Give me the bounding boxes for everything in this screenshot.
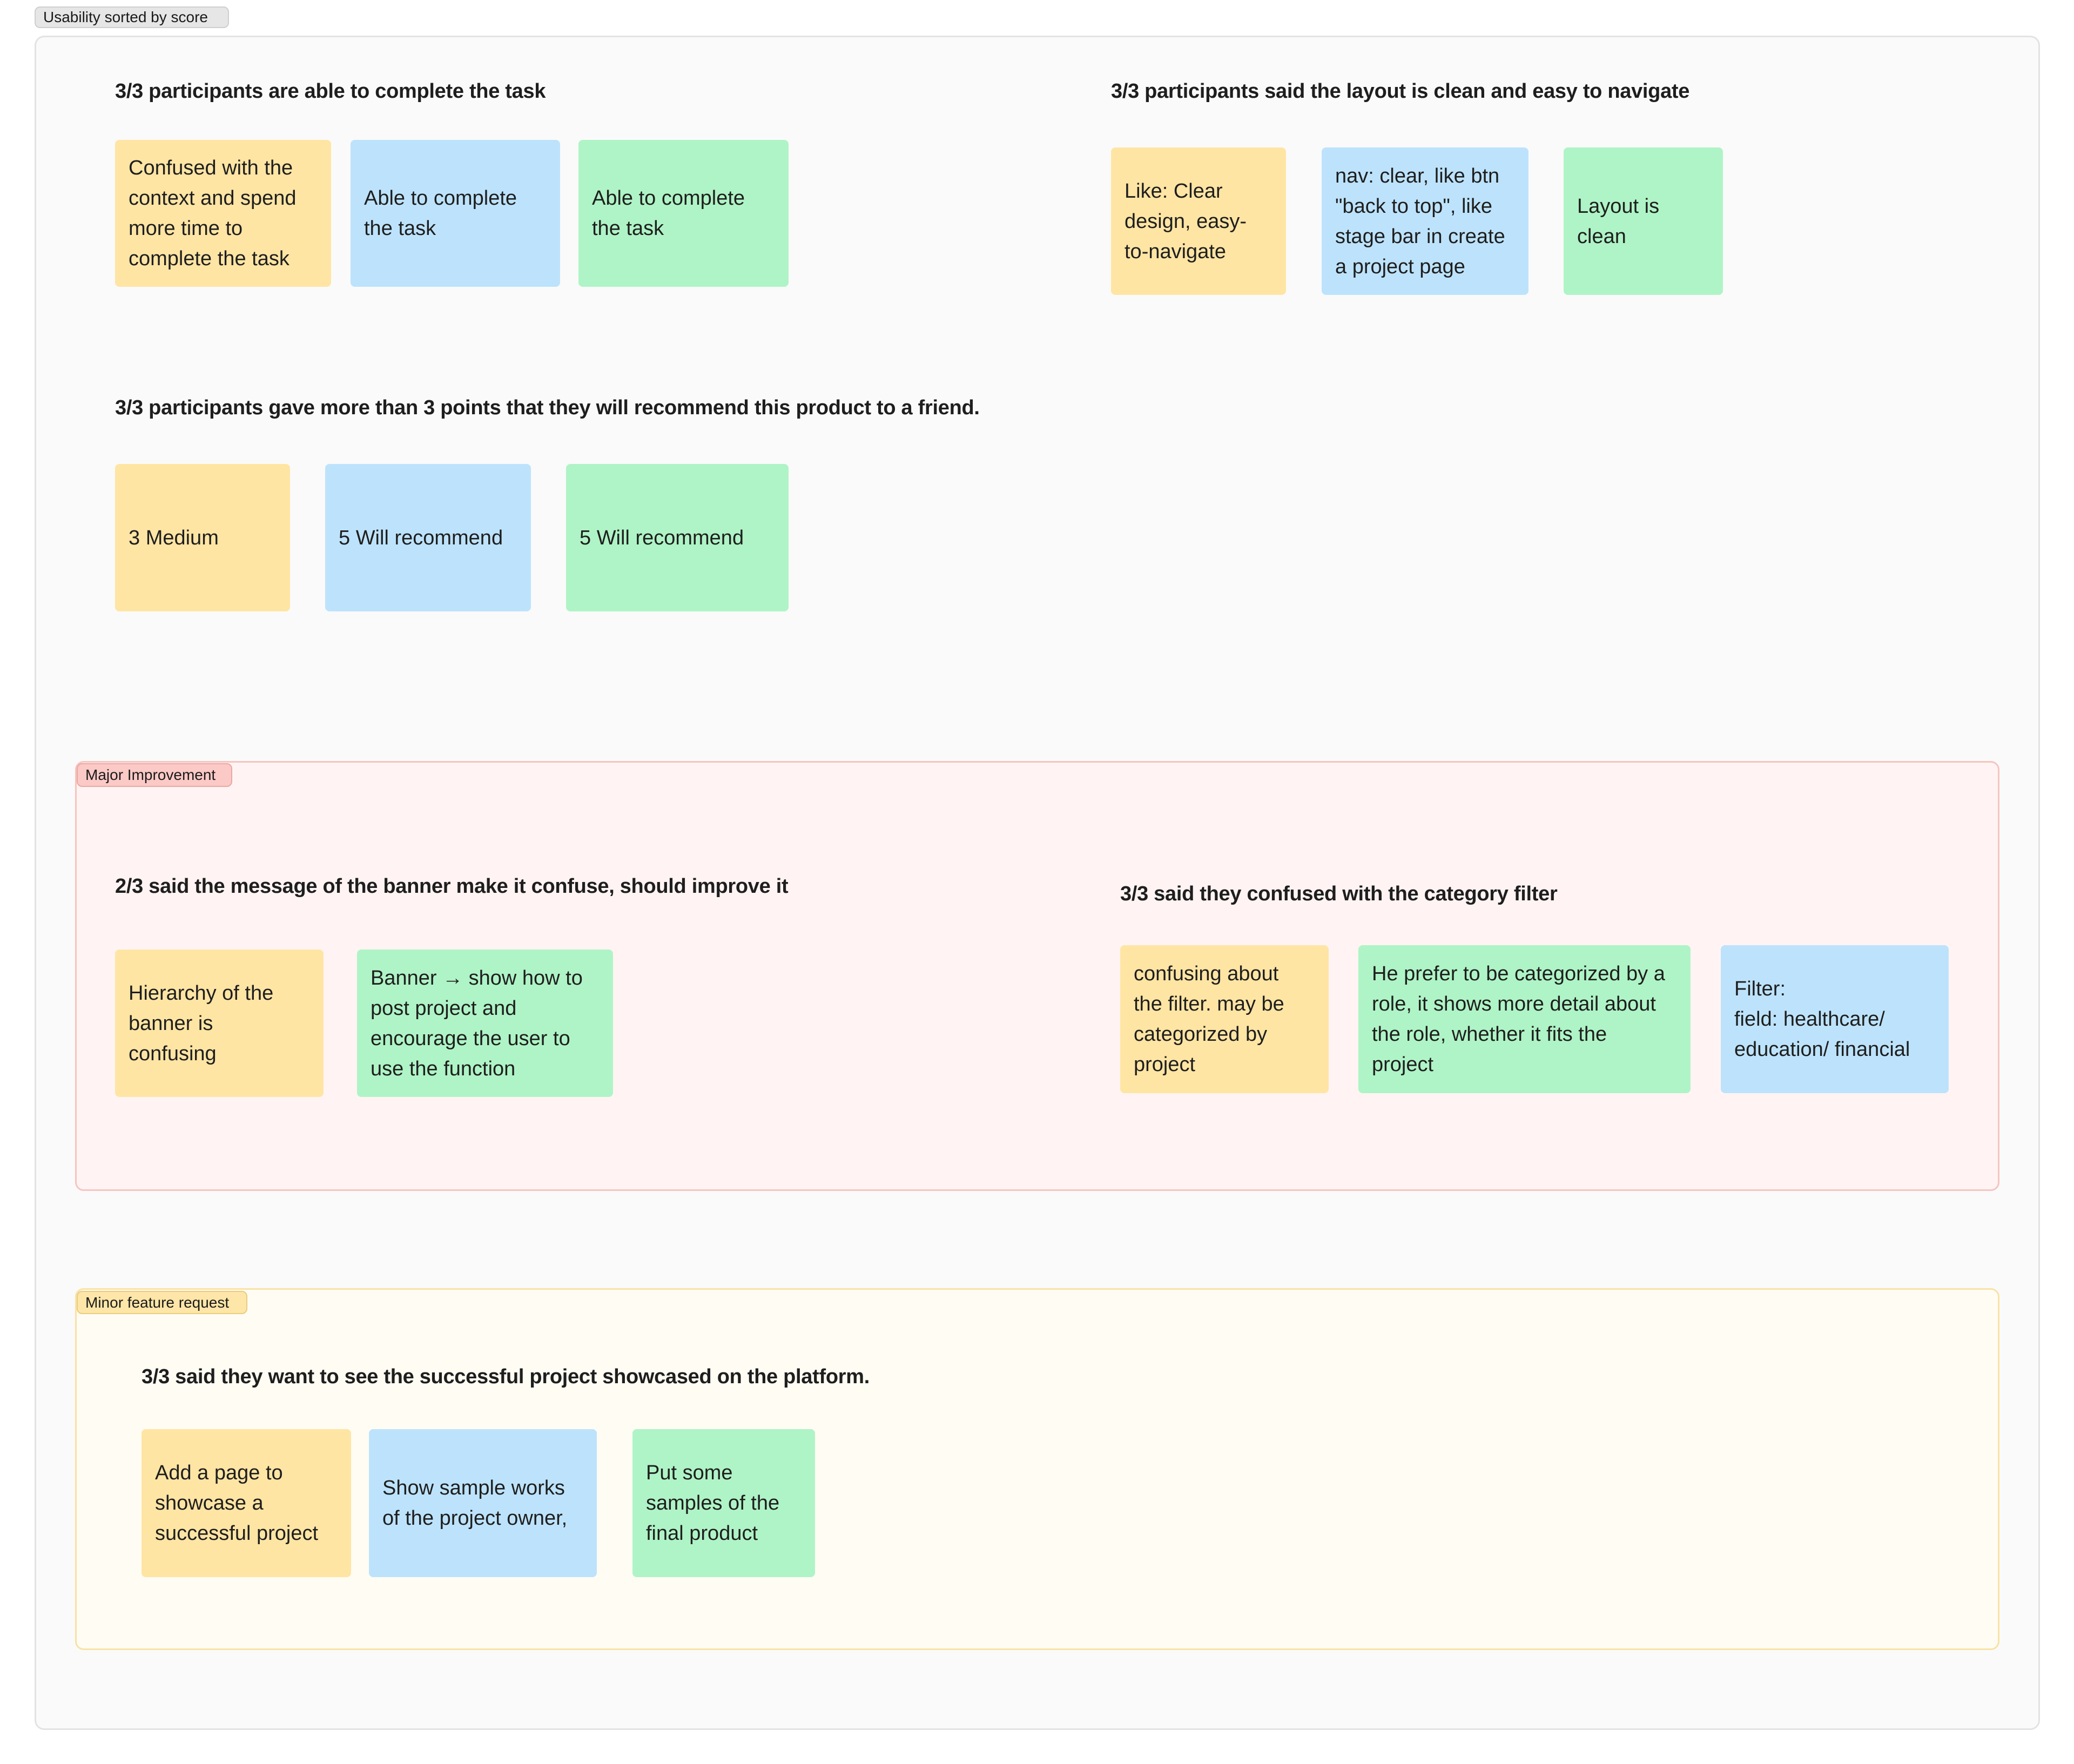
sticky-note-text: Able to complete the task [592, 187, 745, 240]
minor-feature-request-section [75, 1288, 1999, 1650]
sticky-note[interactable]: Add a page to showcase a successful proj… [142, 1429, 351, 1577]
sticky-note-text: Like: Clear design, easy- to-navigate [1124, 179, 1247, 263]
sticky-note[interactable]: Show sample works of the project owner, [369, 1429, 597, 1577]
sticky-note[interactable]: 3 Medium [115, 464, 290, 611]
sticky-note-text: confusing about the filter. may be categ… [1134, 962, 1284, 1076]
sticky-note[interactable]: Filter: field: healthcare/ education/ fi… [1721, 945, 1949, 1093]
sticky-note[interactable]: Banner → show how to post project and en… [357, 950, 613, 1097]
sticky-note[interactable]: 5 Will recommend [566, 464, 789, 611]
section-label-minor-feature-request[interactable]: Minor feature request [77, 1291, 247, 1314]
sticky-note-text: He prefer to be categorized by a role, i… [1372, 962, 1665, 1076]
sticky-note[interactable]: confusing about the filter. may be categ… [1120, 945, 1329, 1093]
sticky-note-text: Layout is clean [1577, 194, 1660, 248]
sticky-note[interactable]: 5 Will recommend [325, 464, 531, 611]
group-heading-showcase: 3/3 said they want to see the successful… [142, 1365, 870, 1388]
sticky-note-text: 5 Will recommend [339, 526, 503, 549]
sticky-note-text: Show sample works of the project owner, [382, 1477, 568, 1530]
sticky-note[interactable]: Put some samples of the final product [632, 1429, 815, 1577]
sticky-note[interactable]: nav: clear, like btn "back to top", like… [1322, 147, 1528, 295]
sticky-note[interactable]: Hierarchy of the banner is confusing [115, 950, 324, 1097]
sticky-note-text: 3 Medium [129, 526, 219, 549]
sticky-note[interactable]: He prefer to be categorized by a role, i… [1358, 945, 1691, 1093]
sticky-note[interactable]: Able to complete the task [578, 140, 789, 287]
sticky-note-text: Hierarchy of the banner is confusing [129, 981, 274, 1065]
sticky-note-text: nav: clear, like btn "back to top", like… [1335, 164, 1505, 278]
sticky-note-text: Put some samples of the final product [646, 1462, 780, 1545]
sticky-note[interactable]: Able to complete the task [351, 140, 560, 287]
sticky-note-text: Able to complete the task [364, 187, 517, 240]
group-heading-complete-task: 3/3 participants are able to complete th… [115, 80, 546, 103]
sticky-note-text: Add a page to showcase a successful proj… [155, 1462, 319, 1545]
sticky-note-text: Confused with the context and spend more… [129, 157, 297, 270]
sticky-note-text: Banner → show how to post project and en… [371, 966, 583, 1080]
group-heading-layout-clean: 3/3 participants said the layout is clea… [1111, 80, 1690, 103]
group-heading-recommend: 3/3 participants gave more than 3 points… [115, 396, 980, 419]
group-heading-category-filter: 3/3 said they confused with the category… [1120, 883, 1558, 905]
frame-label-usability[interactable]: Usability sorted by score [35, 6, 229, 28]
sticky-note[interactable]: Like: Clear design, easy- to-navigate [1111, 147, 1286, 295]
sticky-note-text: Filter: field: healthcare/ education/ fi… [1734, 978, 1910, 1061]
sticky-note[interactable]: Confused with the context and spend more… [115, 140, 331, 287]
sticky-note[interactable]: Layout is clean [1564, 147, 1723, 295]
group-heading-banner: 2/3 said the message of the banner make … [115, 875, 789, 898]
section-label-major-improvement[interactable]: Major Improvement [77, 763, 232, 787]
sticky-note-text: 5 Will recommend [580, 526, 744, 549]
